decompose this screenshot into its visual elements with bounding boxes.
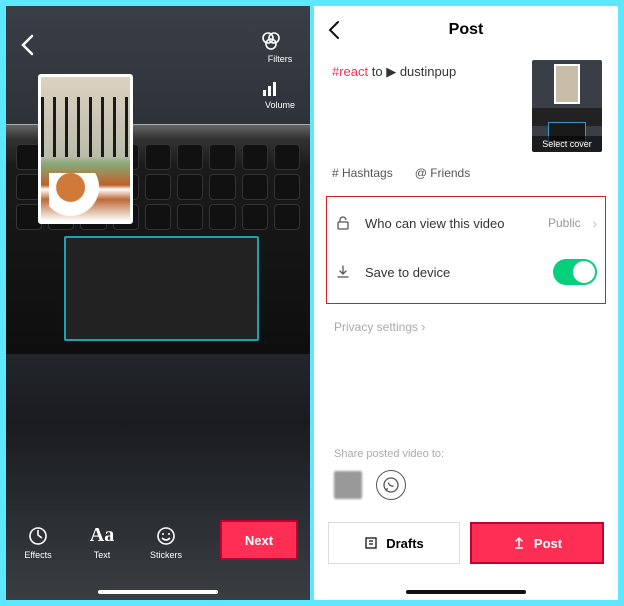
back-button[interactable] [328,20,340,40]
who-can-view-label: Who can view this video [365,216,536,231]
text-label: Text [94,550,111,560]
page-title: Post [449,21,484,39]
bg-trackpad [64,236,259,341]
stickers-label: Stickers [150,550,182,560]
effects-button[interactable]: Effects [6,525,70,560]
dog-icon [49,173,103,221]
volume-button[interactable]: Volume [260,78,300,110]
text-button[interactable]: Aa Text [70,524,134,560]
stickers-icon [155,525,177,547]
friends-button[interactable]: @ Friends [415,166,471,180]
download-icon [335,264,353,280]
home-indicator[interactable] [406,590,526,594]
volume-label: Volume [260,100,300,110]
post-button[interactable]: Post [470,522,604,564]
save-to-device-label: Save to device [365,265,541,280]
drafts-button[interactable]: Drafts [328,522,460,564]
filters-label: Filters [260,54,300,64]
filters-button[interactable]: Filters [260,30,300,64]
next-button[interactable]: Next [220,520,298,560]
effects-icon [27,525,49,547]
next-label: Next [245,533,273,548]
post-label: Post [534,536,562,551]
who-can-view-value: Public [548,216,581,230]
who-can-view-row[interactable]: Who can view this video Public › [327,201,605,245]
editor-screen: Filters Volume Effects Aa Text Stickers [6,6,310,600]
save-toggle[interactable] [553,259,597,285]
text-icon: Aa [90,524,114,547]
post-icon [512,536,526,550]
chevron-right-icon: › [593,216,597,231]
effects-label: Effects [24,550,51,560]
post-screen: Post #react to ▶ dustinpup Select cover … [314,6,618,600]
settings-highlight-box: Who can view this video Public › Save to… [326,196,606,304]
caption-hashtag: #react [332,64,368,79]
lock-icon [335,215,353,231]
drafts-label: Drafts [386,536,424,551]
hashtags-button[interactable]: # Hashtags [332,166,393,180]
volume-icon [260,78,300,98]
post-header: Post [314,6,618,54]
privacy-settings-link[interactable]: Privacy settings › [314,304,618,350]
caption-input[interactable]: #react to ▶ dustinpup [332,60,522,152]
back-button[interactable] [20,34,34,56]
drafts-icon [364,536,378,550]
caption-username: dustinpup [400,64,456,79]
home-indicator[interactable] [98,590,218,594]
cover-label: Select cover [532,136,602,152]
filters-icon [260,30,300,52]
share-option-1[interactable] [334,471,362,499]
react-pip[interactable] [38,74,133,224]
whatsapp-icon [382,476,400,494]
select-cover-button[interactable]: Select cover [532,60,602,152]
stickers-button[interactable]: Stickers [134,525,198,560]
save-to-device-row: Save to device [327,245,605,299]
share-whatsapp[interactable] [376,470,406,500]
share-label: Share posted video to: [334,448,444,460]
